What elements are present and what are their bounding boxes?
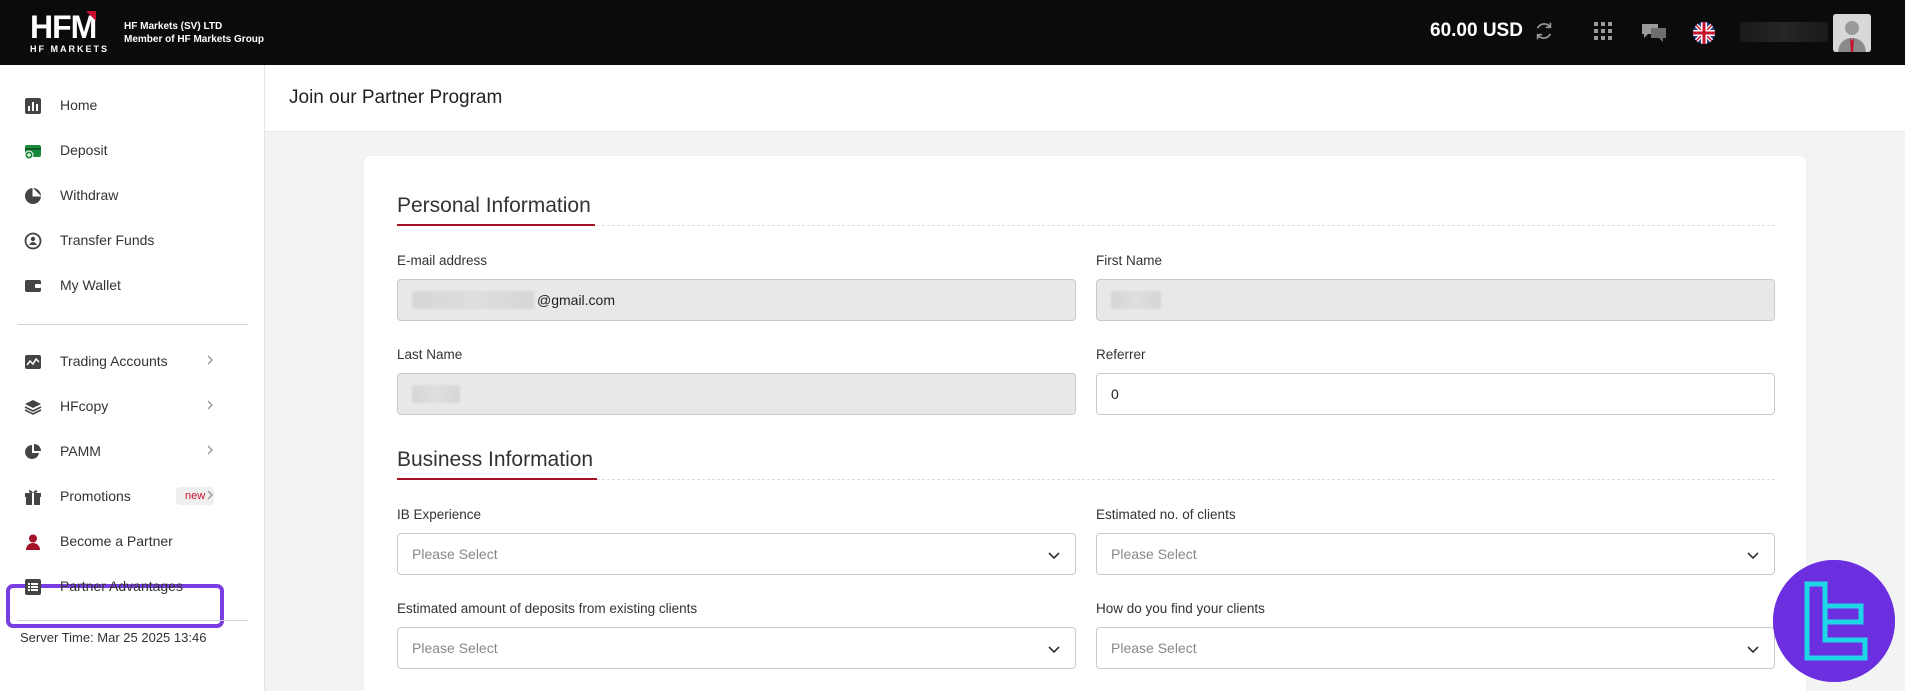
sidebar-item-label: Become a Partner	[60, 533, 173, 549]
select-placeholder: Please Select	[412, 640, 498, 656]
section-divider	[397, 225, 1775, 226]
chat-icon[interactable]	[1640, 20, 1668, 44]
referrer-label: Referrer	[1096, 347, 1146, 362]
page-header: Join our Partner Program	[265, 65, 1905, 132]
find-clients-label: How do you find your clients	[1096, 601, 1265, 616]
uk-flag-icon[interactable]	[1693, 22, 1715, 44]
sidebar-divider	[18, 620, 248, 621]
section-divider	[397, 479, 1775, 480]
clients-select[interactable]: Please Select	[1096, 533, 1775, 575]
trading-chart-icon	[25, 355, 41, 369]
top-bar: HFM HF MARKETS HF Markets (SV) LTD Membe…	[0, 0, 1905, 65]
email-field[interactable]: @gmail.com	[397, 279, 1076, 321]
chevron-right-icon	[207, 400, 213, 410]
logo-mark: HFM	[30, 9, 97, 45]
gift-icon	[25, 490, 41, 505]
last-name-label: Last Name	[397, 347, 463, 362]
sidebar-item-promotions[interactable]: Promotions new	[6, 476, 224, 516]
select-placeholder: Please Select	[1111, 640, 1197, 656]
business-info-title: Business Information	[397, 448, 594, 471]
user-name[interactable]	[1740, 22, 1828, 42]
sidebar-item-home[interactable]: Home	[6, 85, 224, 125]
last-name-redacted	[412, 385, 460, 403]
layers-icon	[24, 400, 42, 415]
company-name: HF Markets (SV) LTD	[124, 21, 223, 32]
sidebar-item-label: PAMM	[60, 443, 101, 459]
sidebar-item-withdraw[interactable]: Withdraw	[6, 175, 224, 215]
withdraw-icon	[25, 188, 41, 204]
select-placeholder: Please Select	[412, 546, 498, 562]
watermark-icon	[1773, 560, 1895, 682]
referrer-input[interactable]	[1111, 386, 1760, 402]
company-info: HF Markets (SV) LTD Member of HF Markets…	[124, 20, 264, 46]
sidebar-item-label: Withdraw	[60, 187, 119, 203]
clients-label: Estimated no. of clients	[1096, 507, 1236, 522]
list-icon	[25, 579, 41, 595]
avatar[interactable]	[1833, 14, 1871, 52]
deposits-label: Estimated amount of deposits from existi…	[397, 601, 698, 616]
first-name-redacted	[1111, 291, 1161, 309]
server-time: Server Time: Mar 25 2025 13:46	[20, 630, 207, 645]
sidebar-item-partner-advantages[interactable]: Partner Advantages	[6, 566, 224, 606]
sidebar-item-transfer-funds[interactable]: Transfer Funds	[6, 220, 224, 260]
refresh-icon[interactable]	[1533, 20, 1555, 42]
partner-form-card: Personal Information E-mail address @gma…	[364, 156, 1806, 691]
sidebar-item-label: HFcopy	[60, 398, 109, 414]
sidebar: Home Deposit Withdraw Transfer Funds My …	[0, 65, 265, 691]
first-name-field[interactable]	[1096, 279, 1775, 321]
sidebar-item-label: My Wallet	[60, 277, 121, 293]
bar-chart-icon	[25, 98, 41, 114]
wallet-icon	[25, 280, 41, 292]
chevron-down-icon	[1747, 552, 1759, 560]
sidebar-item-pamm[interactable]: PAMM	[6, 431, 224, 471]
ib-experience-select[interactable]: Please Select	[397, 533, 1076, 575]
email-domain: @gmail.com	[537, 292, 616, 308]
sidebar-item-label: Home	[60, 97, 98, 113]
chevron-down-icon	[1048, 646, 1060, 654]
email-redacted	[412, 291, 534, 309]
ib-experience-label: IB Experience	[397, 507, 482, 522]
section-accent	[397, 224, 595, 226]
transfer-icon	[24, 232, 42, 250]
sidebar-item-label: Partner Advantages	[60, 578, 183, 594]
chevron-down-icon	[1048, 552, 1060, 560]
chevron-right-icon	[207, 490, 213, 500]
referrer-field[interactable]	[1096, 373, 1775, 415]
company-group: Member of HF Markets Group	[124, 34, 265, 45]
hfm-logo[interactable]: HFM	[30, 9, 97, 45]
email-label: E-mail address	[397, 253, 488, 268]
logo-subtitle: HF MARKETS	[30, 44, 109, 54]
sidebar-item-become-a-partner[interactable]: Become a Partner	[6, 521, 224, 561]
select-placeholder: Please Select	[1111, 546, 1197, 562]
deposits-select[interactable]: Please Select	[397, 627, 1076, 669]
chevron-right-icon	[207, 445, 213, 455]
sidebar-item-label: Promotions	[60, 488, 131, 504]
user-icon	[26, 534, 40, 550]
chevron-down-icon	[1747, 646, 1759, 654]
sidebar-item-trading-accounts[interactable]: Trading Accounts	[6, 341, 224, 381]
sidebar-item-deposit[interactable]: Deposit	[6, 130, 224, 170]
page-title: Join our Partner Program	[289, 87, 503, 108]
deposit-icon	[24, 145, 41, 160]
sidebar-divider	[18, 324, 248, 325]
apps-grid-icon[interactable]	[1594, 22, 1612, 40]
last-name-field[interactable]	[397, 373, 1076, 415]
account-balance: 60.00 USD	[1430, 20, 1523, 41]
sidebar-item-hfcopy[interactable]: HFcopy	[6, 386, 224, 426]
sidebar-item-label: Trading Accounts	[60, 353, 168, 369]
sidebar-item-my-wallet[interactable]: My Wallet	[6, 265, 224, 305]
pie-chart-icon	[25, 444, 41, 459]
sidebar-item-label: Deposit	[60, 142, 108, 158]
user-avatar-icon	[1833, 14, 1871, 52]
personal-info-title: Personal Information	[397, 194, 591, 217]
chevron-right-icon	[207, 355, 213, 365]
find-clients-select[interactable]: Please Select	[1096, 627, 1775, 669]
first-name-label: First Name	[1096, 253, 1163, 268]
watermark-logo	[1773, 560, 1895, 682]
sidebar-item-label: Transfer Funds	[60, 232, 155, 248]
section-accent	[397, 478, 597, 480]
